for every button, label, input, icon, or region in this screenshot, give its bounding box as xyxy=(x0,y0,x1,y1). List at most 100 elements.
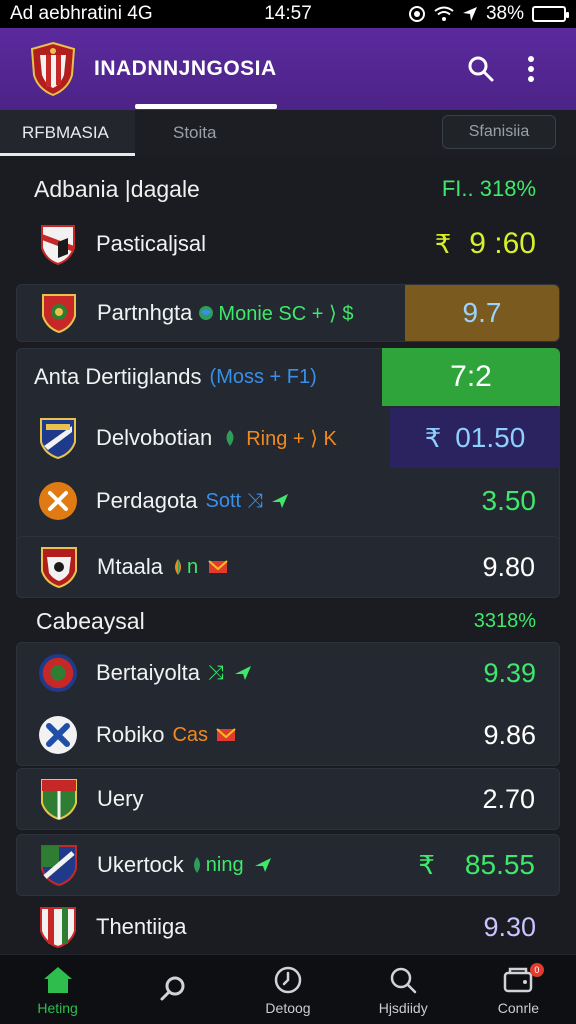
list-item[interactable]: Ukertock ning ₹ 85.55 xyxy=(16,834,560,896)
list-item[interactable]: Bertaiyolta ⤨ 9.39 xyxy=(16,642,560,704)
bottom-navigation: Heting Detoog Hjsdiidy 0 Conrle xyxy=(0,954,576,1024)
section-title: Adbania |dagale xyxy=(34,175,200,202)
team-tags: Monie SC + ⟩ $ xyxy=(218,302,354,325)
currency-symbol: ₹ xyxy=(418,849,435,880)
swap-icon: ⤨ xyxy=(247,489,264,512)
section-title: Cabeaysal xyxy=(36,607,145,634)
odds-cell-highlighted[interactable]: 7:2 xyxy=(382,348,560,406)
list-item[interactable]: Partnhgta Monie SC + ⟩ $ 9.7 xyxy=(16,284,560,342)
section-header: Adbania |dagale FI.. 318% xyxy=(0,164,576,214)
globe-icon xyxy=(226,430,234,446)
team-name: Mtaala xyxy=(97,554,164,579)
team-crest-icon xyxy=(38,713,78,757)
team-crest-icon xyxy=(38,416,78,460)
odds-value: 9.86 xyxy=(483,719,536,750)
odds-value: 9.7 xyxy=(462,297,502,328)
odds-cell[interactable]: 3.50 xyxy=(482,472,561,530)
team-crest-icon xyxy=(39,843,79,887)
team-tags: Sott xyxy=(205,489,242,512)
team-name: Ukertock xyxy=(97,852,184,877)
team-tags: (Moss + F1) xyxy=(209,365,317,388)
battery-percentage: 38% xyxy=(485,3,524,24)
search-icon xyxy=(468,56,494,82)
team-crest-icon xyxy=(38,651,78,695)
send-icon xyxy=(254,858,271,872)
odds-list: Adbania |dagale FI.. 318% Pasticaljsal ₹… xyxy=(0,156,576,954)
send-icon xyxy=(272,494,289,508)
magnifier-icon xyxy=(156,972,190,1004)
team-tags: Cas xyxy=(172,723,209,746)
list-item[interactable]: Uery 2.70 xyxy=(16,768,560,830)
odds-value: 85.55 xyxy=(464,849,535,880)
odds-cell-highlighted[interactable]: ₹ 01.50 xyxy=(390,408,560,468)
team-name: Pasticaljsal xyxy=(96,231,207,256)
team-tags: n xyxy=(187,555,199,578)
more-options-button[interactable] xyxy=(506,44,556,94)
odds-cell[interactable]: 9.39 xyxy=(483,642,560,704)
list-item[interactable]: Thentiiga 9.30 xyxy=(16,898,560,956)
team-name: Perdagota xyxy=(96,488,198,513)
list-item[interactable]: Mtaala n 9.80 xyxy=(16,536,560,598)
mail-icon xyxy=(208,560,228,573)
nav-explore[interactable] xyxy=(115,955,230,1024)
nav-history[interactable]: Detoog xyxy=(230,955,345,1024)
odds-cell[interactable]: 9.80 xyxy=(482,537,559,597)
nav-home[interactable]: Heting xyxy=(0,955,115,1024)
team-crest-icon xyxy=(38,222,78,266)
wifi-icon xyxy=(434,6,454,21)
club-crest-logo xyxy=(30,41,76,97)
odds-cell[interactable]: 2.70 xyxy=(482,769,559,829)
team-name: Uery xyxy=(97,786,144,811)
team-crest-icon xyxy=(39,545,79,589)
team-crest-icon xyxy=(39,777,79,821)
search-button[interactable] xyxy=(456,44,506,94)
list-item[interactable]: Robiko Cas 9.86 xyxy=(16,704,560,766)
team-name: Delvobotian xyxy=(96,425,213,450)
location-arrow-icon xyxy=(462,7,477,21)
team-name: Anta Dertiiglands xyxy=(34,364,202,389)
team-crest-icon xyxy=(38,905,78,949)
nav-account[interactable]: 0 Conrle xyxy=(461,955,576,1024)
odds-cell-highlighted[interactable]: 9.7 xyxy=(405,285,559,341)
list-item[interactable]: Perdagota Sott ⤨ 3.50 xyxy=(16,472,560,530)
odds-value: 01.50 xyxy=(455,422,526,453)
odds-cell[interactable]: 9.86 xyxy=(483,704,560,766)
more-vertical-icon xyxy=(528,56,534,82)
list-item[interactable]: Pasticaljsal ₹ 9 :60 xyxy=(16,214,560,274)
currency-symbol: ₹ xyxy=(434,228,452,259)
globe-icon xyxy=(199,306,214,320)
app-bar: INADNNJNGOSIA xyxy=(0,28,576,110)
globe-icon xyxy=(175,559,182,575)
team-tags: Ring + ⟩ K xyxy=(246,427,337,450)
app-title: INADNNJNGOSIA xyxy=(94,57,277,80)
odds-value: 7:2 xyxy=(450,360,492,393)
home-icon xyxy=(41,964,75,996)
globe-icon xyxy=(193,857,200,873)
nav-label: Hjsdiidy xyxy=(378,999,428,1016)
odds-value: 9.39 xyxy=(483,657,536,688)
battery-icon xyxy=(532,6,569,22)
odds-value: 3.50 xyxy=(481,485,537,516)
tab-stoita[interactable]: Stoita xyxy=(135,110,238,156)
odds-cell[interactable]: ₹ 85.55 xyxy=(418,835,559,895)
tab-indicator xyxy=(135,104,277,109)
nav-search[interactable]: Hjsdiidy xyxy=(346,955,461,1024)
swap-icon: ⤨ xyxy=(207,661,224,684)
odds-cell[interactable]: ₹ 9 :60 xyxy=(435,214,560,274)
odds-value: 9 :60 xyxy=(469,227,536,260)
odds-cell[interactable]: 9.30 xyxy=(483,898,560,956)
odds-value: 9.80 xyxy=(482,551,535,582)
nav-label: Heting xyxy=(37,999,78,1016)
list-item[interactable]: Anta Dertiiglands (Moss + F1) 7:2 xyxy=(16,348,560,406)
team-crest-icon xyxy=(38,479,78,523)
tab-rfbmasia[interactable]: RFBMASIA xyxy=(0,110,135,156)
tab-bar: RFBMASIA Stoita Sfanisiia xyxy=(0,110,576,156)
do-not-disturb-icon xyxy=(408,6,425,22)
currency-symbol: ₹ xyxy=(424,422,442,453)
search-icon xyxy=(386,964,420,996)
team-name: Bertaiyolta xyxy=(96,660,200,685)
list-item[interactable]: Delvobotian Ring + ⟩ K ₹ 01.50 xyxy=(16,408,560,468)
section-value: 3318% xyxy=(473,609,536,632)
section-header: Cabeaysal 3318% xyxy=(0,596,576,646)
filter-button[interactable]: Sfanisiia xyxy=(442,115,556,149)
